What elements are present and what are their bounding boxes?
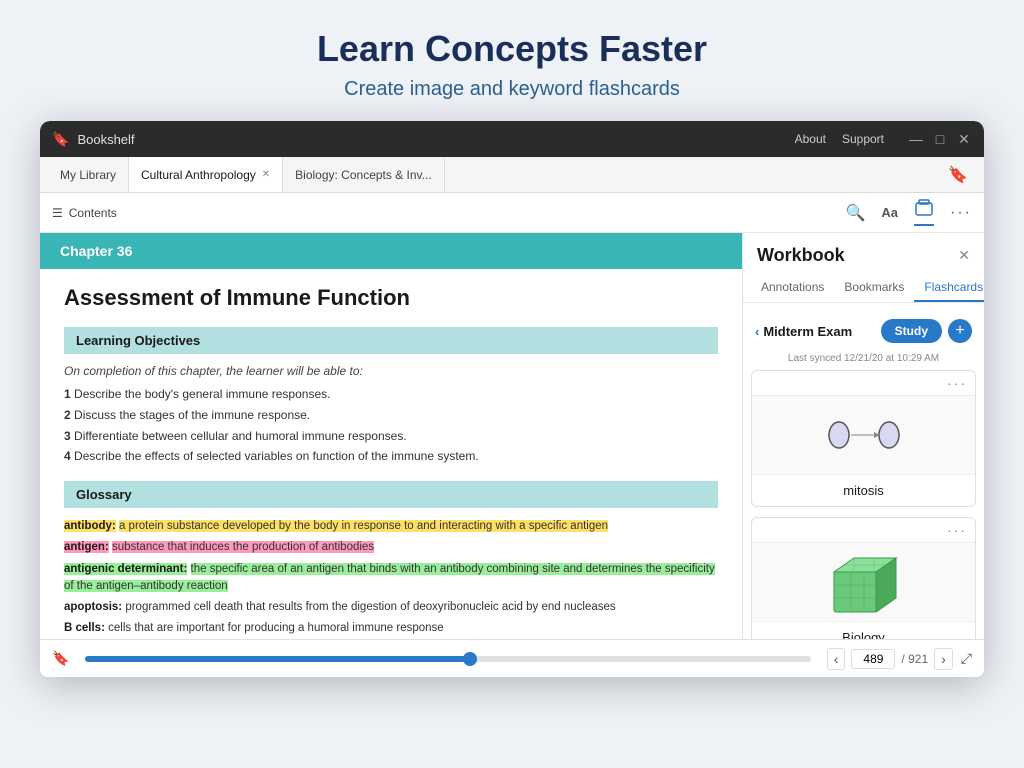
top-header: Learn Concepts Faster Create image and k…: [0, 0, 1024, 121]
flashcard-biology-more-icon[interactable]: ···: [947, 522, 967, 538]
bottom-bar: 🔖 ‹ / 921 › ⤢: [40, 639, 984, 677]
page-navigation: ‹ / 921 ›: [827, 648, 953, 670]
window-controls: — □ ✕: [908, 131, 972, 148]
glossary-header: Glossary: [64, 481, 718, 508]
objective-3: 3 Differentiate between cellular and hum…: [64, 428, 718, 445]
progress-dot: [463, 652, 477, 666]
flashcard-mitosis-top: ···: [752, 371, 975, 395]
progress-bar[interactable]: [85, 656, 810, 662]
bookmark-icon[interactable]: 🔖: [52, 650, 69, 667]
sync-text: Last synced 12/21/20 at 10:29 AM: [751, 351, 976, 370]
minimize-button[interactable]: —: [908, 131, 924, 148]
add-flashcard-button[interactable]: +: [948, 319, 972, 343]
book-content: Chapter 36 Assessment of Immune Function…: [40, 233, 742, 639]
tab-biology[interactable]: Biology: Concepts & Inv...: [283, 157, 445, 192]
chapter-header: Chapter 36: [40, 233, 742, 269]
biology-svg: [814, 545, 914, 620]
workbook-header: Workbook ✕: [743, 233, 984, 274]
midterm-label: Midterm Exam: [763, 324, 852, 339]
workbook-body: ‹ Midterm Exam Study + Last synced 12/21…: [743, 303, 984, 639]
midterm-row: ‹ Midterm Exam Study +: [751, 311, 976, 351]
flashcard-mitosis-image: [752, 395, 975, 475]
support-link[interactable]: Support: [842, 132, 884, 146]
study-button[interactable]: Study: [881, 319, 942, 343]
tab-flashcards[interactable]: Flashcards: [914, 274, 984, 302]
glossary-apoptosis: apoptosis: programmed cell death that re…: [64, 599, 718, 616]
app-icon: 🔖: [52, 131, 69, 148]
contents-toggle[interactable]: ☰ Contents: [52, 206, 117, 220]
tab-my-library[interactable]: My Library: [48, 157, 129, 192]
workbook-tabs: Annotations Bookmarks Flashcards: [743, 274, 984, 303]
tab-annotations[interactable]: Annotations: [751, 274, 834, 302]
flashcard-mitosis: ··· mitosis: [751, 370, 976, 507]
toolbar: ☰ Contents 🔍 Aa ···: [40, 193, 984, 233]
page-number-input[interactable]: [851, 649, 895, 669]
workbook-close-button[interactable]: ✕: [958, 247, 970, 264]
hamburger-icon: ☰: [52, 206, 63, 220]
maximize-button[interactable]: □: [932, 131, 948, 148]
font-size-icon[interactable]: Aa: [881, 205, 898, 220]
mitosis-svg: [824, 410, 904, 460]
next-page-button[interactable]: ›: [934, 648, 953, 670]
sub-heading: Create image and keyword flashcards: [20, 78, 1004, 101]
glossary-antigenic-determinant: antigenic determinant: the specific area…: [64, 561, 718, 596]
app-window: 🔖 Bookshelf About Support — □ ✕ My Libra…: [40, 121, 984, 677]
glossary-antigen: antigen: substance that induces the prod…: [64, 539, 718, 556]
flashcard-biology: ···: [751, 517, 976, 639]
learning-objectives-intro: On completion of this chapter, the learn…: [64, 364, 718, 378]
objective-2: 2 Discuss the stages of the immune respo…: [64, 407, 718, 424]
search-icon[interactable]: 🔍: [845, 203, 865, 223]
flashcard-biology-top: ···: [752, 518, 975, 542]
tab-close-icon[interactable]: ✕: [262, 169, 270, 180]
close-button[interactable]: ✕: [956, 131, 972, 148]
content-area: Chapter 36 Assessment of Immune Function…: [40, 233, 984, 639]
flashcard-icon[interactable]: [914, 199, 934, 226]
fullscreen-button[interactable]: ⤢: [961, 650, 972, 667]
prev-page-button[interactable]: ‹: [827, 648, 846, 670]
title-bar: 🔖 Bookshelf About Support — □ ✕: [40, 121, 984, 157]
objective-1: 1 Describe the body's general immune res…: [64, 386, 718, 403]
learning-objectives-header: Learning Objectives: [64, 327, 718, 354]
glossary-b-cells: B cells: cells that are important for pr…: [64, 620, 718, 637]
main-heading: Learn Concepts Faster: [20, 28, 1004, 70]
contents-label: Contents: [69, 206, 117, 220]
flashcard-mitosis-more-icon[interactable]: ···: [947, 375, 967, 391]
flashcard-mitosis-label: mitosis: [752, 475, 975, 506]
glossary-antibody: antibody: a protein substance developed …: [64, 518, 718, 535]
about-link[interactable]: About: [795, 132, 826, 146]
tab-cultural-anthropology[interactable]: Cultural Anthropology ✕: [129, 157, 283, 192]
app-name: Bookshelf: [77, 132, 134, 147]
title-bar-left: 🔖 Bookshelf: [52, 131, 135, 148]
page-total: / 921: [901, 652, 928, 666]
more-options-icon[interactable]: ···: [950, 204, 972, 222]
chevron-left-icon: ‹: [755, 324, 759, 339]
midterm-back-button[interactable]: ‹ Midterm Exam: [755, 324, 852, 339]
midterm-actions: Study +: [881, 319, 972, 343]
tab-bar-bookmark-icon[interactable]: 🔖: [940, 165, 976, 185]
workbook-title: Workbook: [757, 245, 845, 266]
tab-bar: My Library Cultural Anthropology ✕ Biolo…: [40, 157, 984, 193]
workbook-panel: Workbook ✕ Annotations Bookmarks Flashca…: [742, 233, 984, 639]
tab-bookmarks[interactable]: Bookmarks: [834, 274, 914, 302]
title-bar-right: About Support — □ ✕: [795, 131, 972, 148]
book-body: Assessment of Immune Function Learning O…: [40, 269, 742, 639]
flashcard-biology-image: [752, 542, 975, 622]
toolbar-right: 🔍 Aa ···: [845, 199, 972, 226]
progress-fill: [85, 656, 469, 662]
flashcard-biology-label: Biology: [752, 622, 975, 639]
objective-4: 4 Describe the effects of selected varia…: [64, 448, 718, 465]
book-chapter-title: Assessment of Immune Function: [64, 285, 718, 311]
